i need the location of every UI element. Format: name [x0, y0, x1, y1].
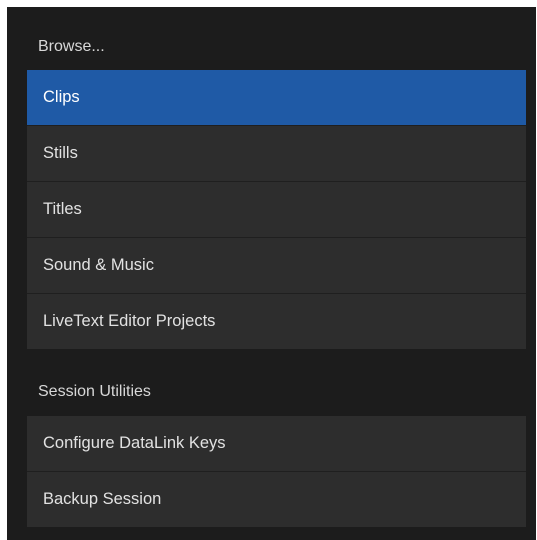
browse-section-header: Browse... [38, 38, 105, 55]
menu-item-configure-datalink-keys[interactable]: Configure DataLink Keys [27, 416, 526, 471]
menu-item-livetext-editor-projects[interactable]: LiveText Editor Projects [27, 294, 526, 349]
menu-item-titles[interactable]: Titles [27, 182, 526, 237]
menu-item-stills[interactable]: Stills [27, 126, 526, 181]
menu-item-clips[interactable]: Clips [27, 70, 526, 125]
menu-item-backup-session[interactable]: Backup Session [27, 472, 526, 527]
menu-panel: Browse... Clips Stills Titles Sound & Mu… [7, 7, 536, 540]
menu-item-sound-music[interactable]: Sound & Music [27, 238, 526, 293]
session-utilities-header: Session Utilities [38, 383, 151, 400]
